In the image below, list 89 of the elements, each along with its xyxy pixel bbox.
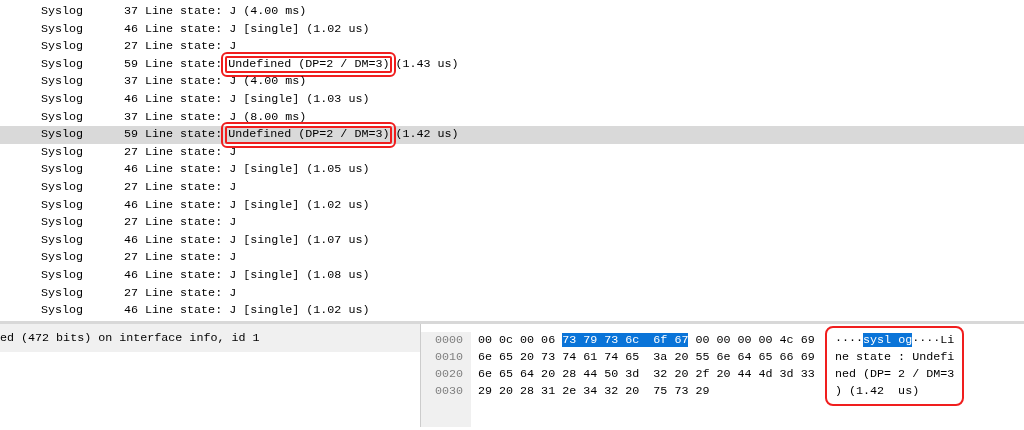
ascii-text: ····Li [912,333,955,347]
info-text: Line state: J [144,214,238,232]
info-text: (1.43 us) [394,55,460,73]
hex-bytes-text: 73 79 73 6c 6f 67 [562,333,689,347]
info-text: Line state: J (4.00 ms) [144,3,308,20]
packet-row[interactable]: Syslog 46 Line state: J [single] (1.08 us) [0,266,1024,285]
length-text: 46 [122,90,138,108]
info-text: Line state: [144,126,224,144]
packet-row[interactable]: Syslog 37 Line state: J (4.00 ms) [0,73,1024,91]
protocol-text: Syslog [41,38,85,56]
protocol-text: Syslog [41,143,85,161]
info-text: Line state: J (4.00 ms) [144,73,308,91]
hex-bytes-text: 6e 65 20 73 74 61 74 65 3a 20 55 6e 64 65 66 69 [478,350,815,364]
ascii-text: ) (1.42 us) [835,384,920,398]
info-text: Line state: J [144,38,238,56]
packet-row[interactable]: Syslog 27 Line state: J [0,38,1024,56]
ascii-text: ned (DP= 2 / DM=3 [835,367,955,381]
protocol-text: Syslog [41,161,85,179]
info-text: Line state: J [single] (1.08 us) [144,266,371,284]
info-text: Line state: J (8.00 ms) [144,108,308,126]
length-text: 46 [122,20,138,38]
protocol-text: Syslog [41,20,85,38]
info-text: Line state: J [single] (1.02 us) [144,20,371,38]
protocol-text: Syslog [41,3,85,20]
protocol-text: Syslog [41,266,85,284]
info-text: Line state: J [144,249,238,267]
ascii-text: ne state : Undefi [835,350,955,364]
protocol-text: Syslog [41,73,85,91]
protocol-text: Syslog [41,55,85,73]
offset-text: 0000 [435,333,464,347]
packet-row[interactable]: Syslog 27 Line state: J [0,284,1024,303]
info-text: Line state: J [single] (1.02 us) [144,302,371,320]
length-text: 46 [122,231,138,249]
length-text: 27 [122,143,138,161]
protocol-text: Syslog [41,231,85,249]
offset-text: 0010 [435,350,464,364]
length-text: 37 [122,108,138,126]
protocol-text: Syslog [41,108,85,126]
packet-row[interactable]: Syslog 46 Line state: J [single] (1.05 us) [0,161,1024,179]
packet-row[interactable]: Syslog 37 Line state: J (8.00 ms) [0,108,1024,127]
packet-row[interactable]: Syslog 37 Line state: J (4.00 ms) [0,3,1024,21]
info-text: Line state: J [single] (1.05 us) [144,161,371,179]
length-text: 27 [122,214,138,232]
protocol-text: Syslog [41,249,85,267]
protocol-text: Syslog [41,126,85,144]
hex-bytes-text: 00 0c 00 06 [478,333,556,347]
protocol-text: Syslog [41,90,85,108]
offset-text: 0020 [435,367,464,381]
protocol-text: Syslog [41,284,85,302]
packet-row[interactable]: Syslog 46 Line state: J [single] (1.02 us) [0,20,1024,39]
info-text: Line state: J [144,178,238,196]
packet-row[interactable]: Syslog 59 Line state: Undefined (DP=2 / DM=3) (1.43 us) [0,55,1024,74]
info-text: Line state: J [144,143,238,161]
length-text: 37 [122,3,138,20]
protocol-text: Syslog [41,214,85,232]
packet-row[interactable]: Syslog 46 Line state: J [single] (1.07 us) [0,231,1024,250]
protocol-text: Syslog [41,196,85,214]
packet-row[interactable]: Syslog 46 Line state: J [single] (1.03 us) [0,90,1024,109]
packet-row[interactable]: Syslog 27 Line state: J [0,249,1024,267]
info-text: Line state: J [144,284,238,302]
length-text: 59 [122,55,138,73]
hex-bytes-text: 00 00 00 00 4c 69 [695,333,815,347]
packet-row[interactable]: Syslog 27 Line state: J [0,214,1024,232]
length-text: 59 [122,126,138,144]
protocol-text: Syslog [41,178,85,196]
info-text: Line state: [144,55,224,73]
hex-bytes-text: 29 20 28 31 2e 34 32 20 75 73 29 [478,384,710,398]
length-text: 27 [122,178,138,196]
protocol-text: Syslog [41,302,85,320]
length-text: 27 [122,249,138,267]
packet-row[interactable]: Syslog 27 Line state: J [0,178,1024,197]
info-text: Line state: J [single] (1.07 us) [144,231,371,249]
info-text: (1.42 us) [394,126,460,144]
packet-row[interactable]: Syslog 46 Line state: J [single] (1.02 us) [0,196,1024,215]
length-text: 46 [122,161,138,179]
packet-row[interactable]: Syslog 46 Line state: J [single] (1.02 us) [0,302,1024,320]
ascii-text: sysl og [863,333,913,347]
offset-text: 0030 [435,384,464,398]
ascii-text: ···· [835,333,864,347]
packet-row[interactable]: Syslog 27 Line state: J [0,143,1024,162]
length-text: 37 [122,73,138,91]
hex-bytes-text: 6e 65 64 20 28 44 50 3d 32 20 2f 20 44 4d 3d 33 [478,367,815,381]
length-text: 46 [122,196,138,214]
info-text: Line state: J [single] (1.02 us) [144,196,371,214]
length-text: 46 [122,302,138,320]
length-text: 46 [122,266,138,284]
info-text: Line state: J [single] (1.03 us) [144,90,371,108]
length-text: 27 [122,284,138,302]
length-text: 27 [122,38,138,56]
